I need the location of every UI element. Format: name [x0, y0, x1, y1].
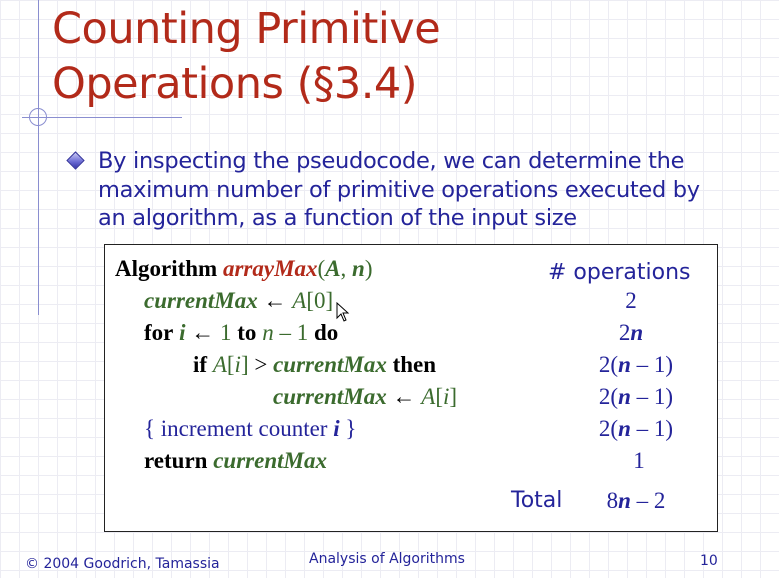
- operations-header: # operations: [548, 260, 691, 285]
- keyword-if: if: [193, 352, 208, 377]
- keyword-then: then: [392, 352, 437, 377]
- op-count-4: 2(n – 1): [599, 384, 673, 410]
- var-a: A: [212, 352, 227, 377]
- op-count-3: 2(n – 1): [599, 352, 673, 378]
- footer-copyright: © 2004 Goodrich, Tamassia: [25, 556, 220, 572]
- ops-text-part: 8: [606, 488, 619, 513]
- slide-title-line-2: Operations (§3.4): [52, 59, 418, 109]
- symbol-n: n: [618, 384, 631, 409]
- brace-open: {: [144, 416, 161, 441]
- ops-text-part: – 2: [630, 488, 666, 513]
- algorithm-box: Algorithm arrayMax(A, n) currentMax ← A[…: [104, 244, 718, 532]
- total-label: Total: [511, 488, 563, 513]
- bracket-open: [: [226, 352, 235, 377]
- var-n: n: [262, 320, 274, 345]
- algorithm-header-line: Algorithm arrayMax(A, n): [115, 256, 373, 282]
- ops-text-part: 2(: [598, 416, 619, 441]
- keyword-do: do: [313, 320, 339, 345]
- code-line-return: return currentMax: [144, 448, 327, 474]
- diamond-bullet-icon: [66, 151, 85, 170]
- bracket-close: ]: [325, 288, 334, 313]
- ops-text-part: 2: [618, 320, 631, 345]
- minus-sign: –: [279, 320, 291, 345]
- number-one: 1: [220, 320, 232, 345]
- keyword-return: return: [144, 448, 208, 473]
- assign-arrow: ←: [263, 288, 287, 313]
- number-zero: 0: [313, 288, 326, 313]
- param-a: A: [325, 256, 341, 281]
- keyword-for: for: [144, 320, 174, 345]
- bullet-text: By inspecting the pseudocode, we can det…: [98, 148, 700, 231]
- slide-title-line-1: Counting Primitive: [52, 4, 441, 54]
- op-count-6: 1: [633, 448, 645, 473]
- page-number: 10: [700, 553, 718, 569]
- assign-arrow: ←: [392, 384, 416, 409]
- symbol-n: n: [618, 416, 631, 441]
- symbol-n: n: [618, 488, 631, 513]
- op-count-2: 2n: [619, 320, 643, 346]
- param-n: n: [352, 256, 365, 281]
- symbol-n: n: [618, 352, 631, 377]
- op-count-5: 2(n – 1): [599, 416, 673, 442]
- param-comma: ,: [340, 256, 353, 281]
- number-one: 1: [296, 320, 309, 345]
- mouse-pointer-icon: [336, 302, 350, 322]
- ops-text-part: – 1): [630, 352, 674, 377]
- slide-title: Counting Primitive Operations (§3.4): [52, 2, 441, 112]
- code-line-init: currentMax ← A[0]: [144, 288, 333, 314]
- code-line-if: if A[i] > currentMax then: [193, 352, 436, 378]
- var-current-max: currentMax: [273, 352, 387, 377]
- brace-close: }: [339, 416, 357, 441]
- var-current-max: currentMax: [144, 288, 258, 313]
- var-a: A: [421, 384, 436, 409]
- op-count-1: 2: [625, 288, 637, 313]
- bullet-point: By inspecting the pseudocode, we can det…: [66, 147, 716, 233]
- keyword-algorithm: Algorithm: [115, 256, 218, 281]
- decorative-circle: [29, 108, 47, 126]
- bracket-close: ]: [240, 352, 249, 377]
- total-value: 8n – 2: [607, 488, 666, 514]
- symbol-n: n: [630, 320, 644, 345]
- var-i: i: [179, 320, 186, 345]
- ops-text-part: 2(: [598, 352, 619, 377]
- footer-title: Analysis of Algorithms: [309, 551, 465, 567]
- code-line-for: for i ← 1 to n – 1 do: [144, 320, 338, 346]
- code-line-comment: { increment counter i }: [144, 416, 356, 442]
- comment-text: increment counter: [160, 416, 328, 441]
- bracket-open: [: [435, 384, 443, 409]
- decorative-vertical-line: [38, 0, 39, 315]
- greater-than: >: [254, 352, 268, 377]
- keyword-to: to: [237, 320, 257, 345]
- ops-text-part: 2(: [598, 384, 619, 409]
- param-close-paren: ): [364, 256, 373, 281]
- code-line-assign: currentMax ← A[i]: [273, 384, 457, 410]
- bracket-close: ]: [449, 384, 458, 409]
- function-name: arrayMax: [222, 256, 318, 281]
- ops-text-part: – 1): [630, 384, 674, 409]
- var-current-max: currentMax: [213, 448, 327, 473]
- bracket-open: [: [306, 288, 314, 313]
- var-a: A: [292, 288, 307, 313]
- assign-arrow: ←: [191, 320, 215, 345]
- var-current-max: currentMax: [273, 384, 387, 409]
- ops-text-part: – 1): [630, 416, 674, 441]
